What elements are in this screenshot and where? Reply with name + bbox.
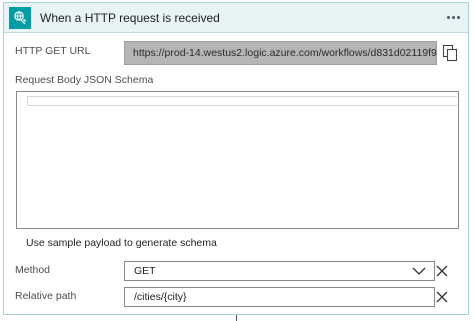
chevron-down-icon (412, 267, 426, 275)
trigger-header[interactable]: When a HTTP request is received (4, 3, 468, 33)
http-get-url-field[interactable]: https://prod-14.westus2.logic.azure.com/… (124, 41, 437, 65)
http-get-url-label: HTTP GET URL (15, 45, 91, 57)
more-options-icon[interactable] (444, 9, 462, 25)
sample-payload-link[interactable]: Use sample payload to generate schema (26, 237, 217, 249)
relative-path-label: Relative path (15, 290, 77, 302)
flow-connector (236, 315, 237, 321)
method-select-value: GET (134, 265, 156, 277)
relative-path-input[interactable]: /cities/{city} (124, 287, 435, 307)
schema-editor[interactable] (16, 91, 459, 229)
trigger-card: When a HTTP request is received HTTP GET… (3, 2, 469, 315)
trigger-title: When a HTTP request is received (40, 11, 220, 25)
clear-path-icon[interactable] (436, 291, 448, 303)
schema-label: Request Body JSON Schema (15, 74, 154, 86)
method-label: Method (15, 264, 51, 276)
method-select[interactable]: GET (124, 261, 435, 281)
http-request-icon (9, 7, 31, 29)
clear-method-icon[interactable] (436, 265, 448, 277)
schema-editor-line (27, 96, 457, 106)
copy-icon[interactable] (442, 44, 458, 62)
